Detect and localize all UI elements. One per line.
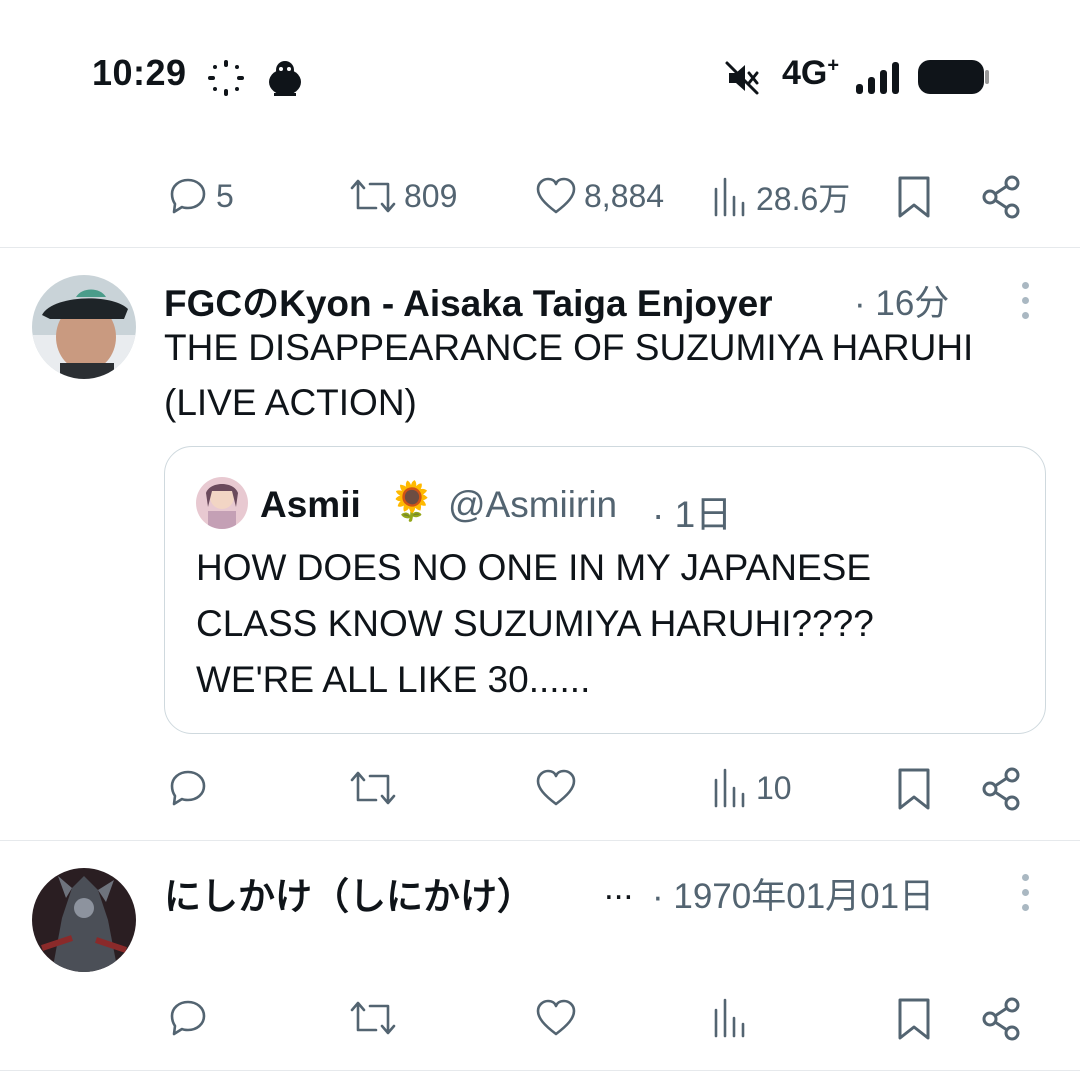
heart-icon: [536, 769, 576, 806]
bookmark-icon[interactable]: [894, 766, 934, 812]
quote-text: HOW DOES NO ONE IN MY JAPANESE CLASS KNO…: [196, 540, 1016, 708]
tweet-author[interactable]: FGCのKyon - Aisaka Taiga Enjoyer: [164, 273, 773, 327]
tweet-time[interactable]: · 16分: [854, 275, 949, 326]
reply-icon: [170, 178, 206, 214]
battery-tip: [985, 70, 989, 84]
bird-app-icon: [269, 61, 301, 96]
retweet-count: 809: [404, 177, 458, 214]
quote-text-line: CLASS KNOW SUZUMIYA HARUHI????: [196, 603, 874, 644]
reply-button[interactable]: [166, 996, 210, 1040]
status-time: 10:29: [92, 52, 187, 93]
mute-icon: [725, 61, 759, 95]
views-icon: [714, 998, 745, 1038]
retweet-icon: [350, 1001, 396, 1035]
retweet-button[interactable]: [348, 996, 398, 1040]
views-button[interactable]: 10: [710, 766, 792, 810]
name-ellipsis: ...: [604, 868, 634, 907]
retweet-icon: [350, 179, 396, 213]
tweet-author[interactable]: にしかけ（しにかけ）: [164, 866, 534, 920]
signal-icon: [856, 62, 899, 94]
reply-icon: [170, 770, 206, 806]
quote-text-line: HOW DOES NO ONE IN MY JAPANESE: [196, 547, 872, 588]
share-icon[interactable]: [980, 996, 1024, 1042]
quote-author[interactable]: Asmii: [260, 484, 361, 526]
bookmark-icon[interactable]: [894, 996, 934, 1042]
share-icon[interactable]: [980, 766, 1024, 812]
divider: [0, 1070, 1080, 1071]
views-button[interactable]: 28.6万: [710, 174, 850, 220]
sunflower-icon: 🌻: [388, 481, 436, 523]
share-icon[interactable]: [980, 174, 1024, 220]
heart-icon: [536, 999, 576, 1036]
like-button[interactable]: 8,884: [534, 174, 664, 218]
heart-icon: [536, 177, 576, 214]
views-icon: [714, 177, 745, 217]
views-count: 10: [756, 769, 792, 806]
like-button[interactable]: [534, 996, 578, 1040]
network-indicator: 4G+: [782, 54, 839, 93]
reply-icon: [170, 1000, 206, 1036]
tweet-time[interactable]: · 1970年01月01日: [652, 868, 934, 919]
retweet-icon: [350, 771, 396, 805]
reply-button[interactable]: [166, 766, 210, 810]
reply-button[interactable]: 5: [166, 174, 234, 218]
views-icon: [714, 768, 745, 808]
like-button[interactable]: [534, 766, 578, 810]
views-count: 28.6万: [756, 181, 851, 217]
tweet-text: THE DISAPPEARANCE OF SUZUMIYA HARUHI (LI…: [164, 320, 1054, 430]
divider: [0, 247, 1080, 248]
more-icon[interactable]: [1022, 874, 1030, 919]
tweet-text-line: THE DISAPPEARANCE OF SUZUMIYA HARUHI: [164, 327, 974, 368]
divider: [0, 840, 1080, 841]
quote-text-line: WE'RE ALL LIKE 30......: [196, 659, 591, 700]
battery-icon: [918, 60, 984, 94]
retweet-button[interactable]: 809: [348, 174, 457, 218]
quote-time: · 1日: [652, 494, 733, 535]
network-label: 4G: [782, 54, 828, 92]
like-count: 8,884: [584, 177, 665, 214]
quote-avatar[interactable]: [196, 477, 248, 529]
avatar[interactable]: [32, 868, 136, 972]
views-button[interactable]: [710, 996, 750, 1040]
network-plus: +: [827, 54, 840, 77]
bookmark-icon[interactable]: [894, 174, 934, 220]
loading-spinner-icon: [208, 60, 244, 96]
avatar[interactable]: [32, 275, 136, 379]
reply-count: 5: [216, 177, 234, 214]
tweet-text-line: (LIVE ACTION): [164, 382, 417, 423]
quote-handle: @Asmiirin: [448, 484, 618, 525]
retweet-button[interactable]: [348, 766, 398, 810]
